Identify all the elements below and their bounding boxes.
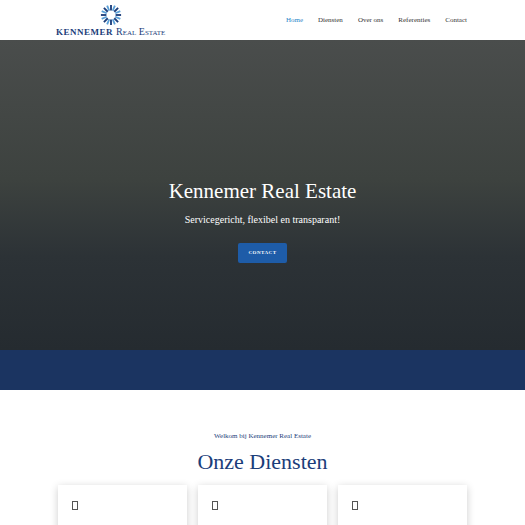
hero: Kennemer Real Estate Servicegericht, flex… (0, 40, 525, 350)
logo[interactable]: KENNEMERReal Estate (56, 4, 165, 37)
service-icon (352, 501, 358, 510)
section-eyebrow: Welkom bij Kennemer Real Estate (214, 431, 311, 442)
nav-item[interactable]: Referenties (398, 15, 430, 26)
services-section: Welkom bij Kennemer Real Estate Onze Dien… (0, 390, 525, 525)
service-icon (212, 501, 218, 510)
nav-item[interactable]: Over ons (358, 15, 383, 26)
logo-brand: KENNEMER (56, 28, 113, 37)
nav-item[interactable]: Home (286, 15, 303, 26)
nav-item[interactable]: Diensten (318, 15, 343, 26)
hero-title: Kennemer Real Estate (169, 178, 357, 204)
section-heading: Onze Diensten (197, 448, 327, 476)
nav-item[interactable]: Contact (445, 15, 467, 26)
service-card (58, 485, 187, 525)
service-icon (72, 501, 78, 510)
site-header: KENNEMERReal Estate Home Diensten Over ons R… (0, 0, 525, 40)
logo-sub: Real Estate (116, 27, 165, 37)
blue-band (0, 350, 525, 390)
cards-grid (0, 485, 525, 525)
hero-subtitle: Servicegericht, flexibel en transparant! (185, 212, 340, 227)
logo-burst-icon (99, 4, 123, 26)
logo-text: KENNEMERReal Estate (56, 27, 165, 37)
service-card (338, 485, 467, 525)
service-card (198, 485, 327, 525)
contact-button[interactable]: CONTACT (238, 243, 286, 263)
main-nav: Home Diensten Over ons Referenties Contact (286, 15, 467, 26)
